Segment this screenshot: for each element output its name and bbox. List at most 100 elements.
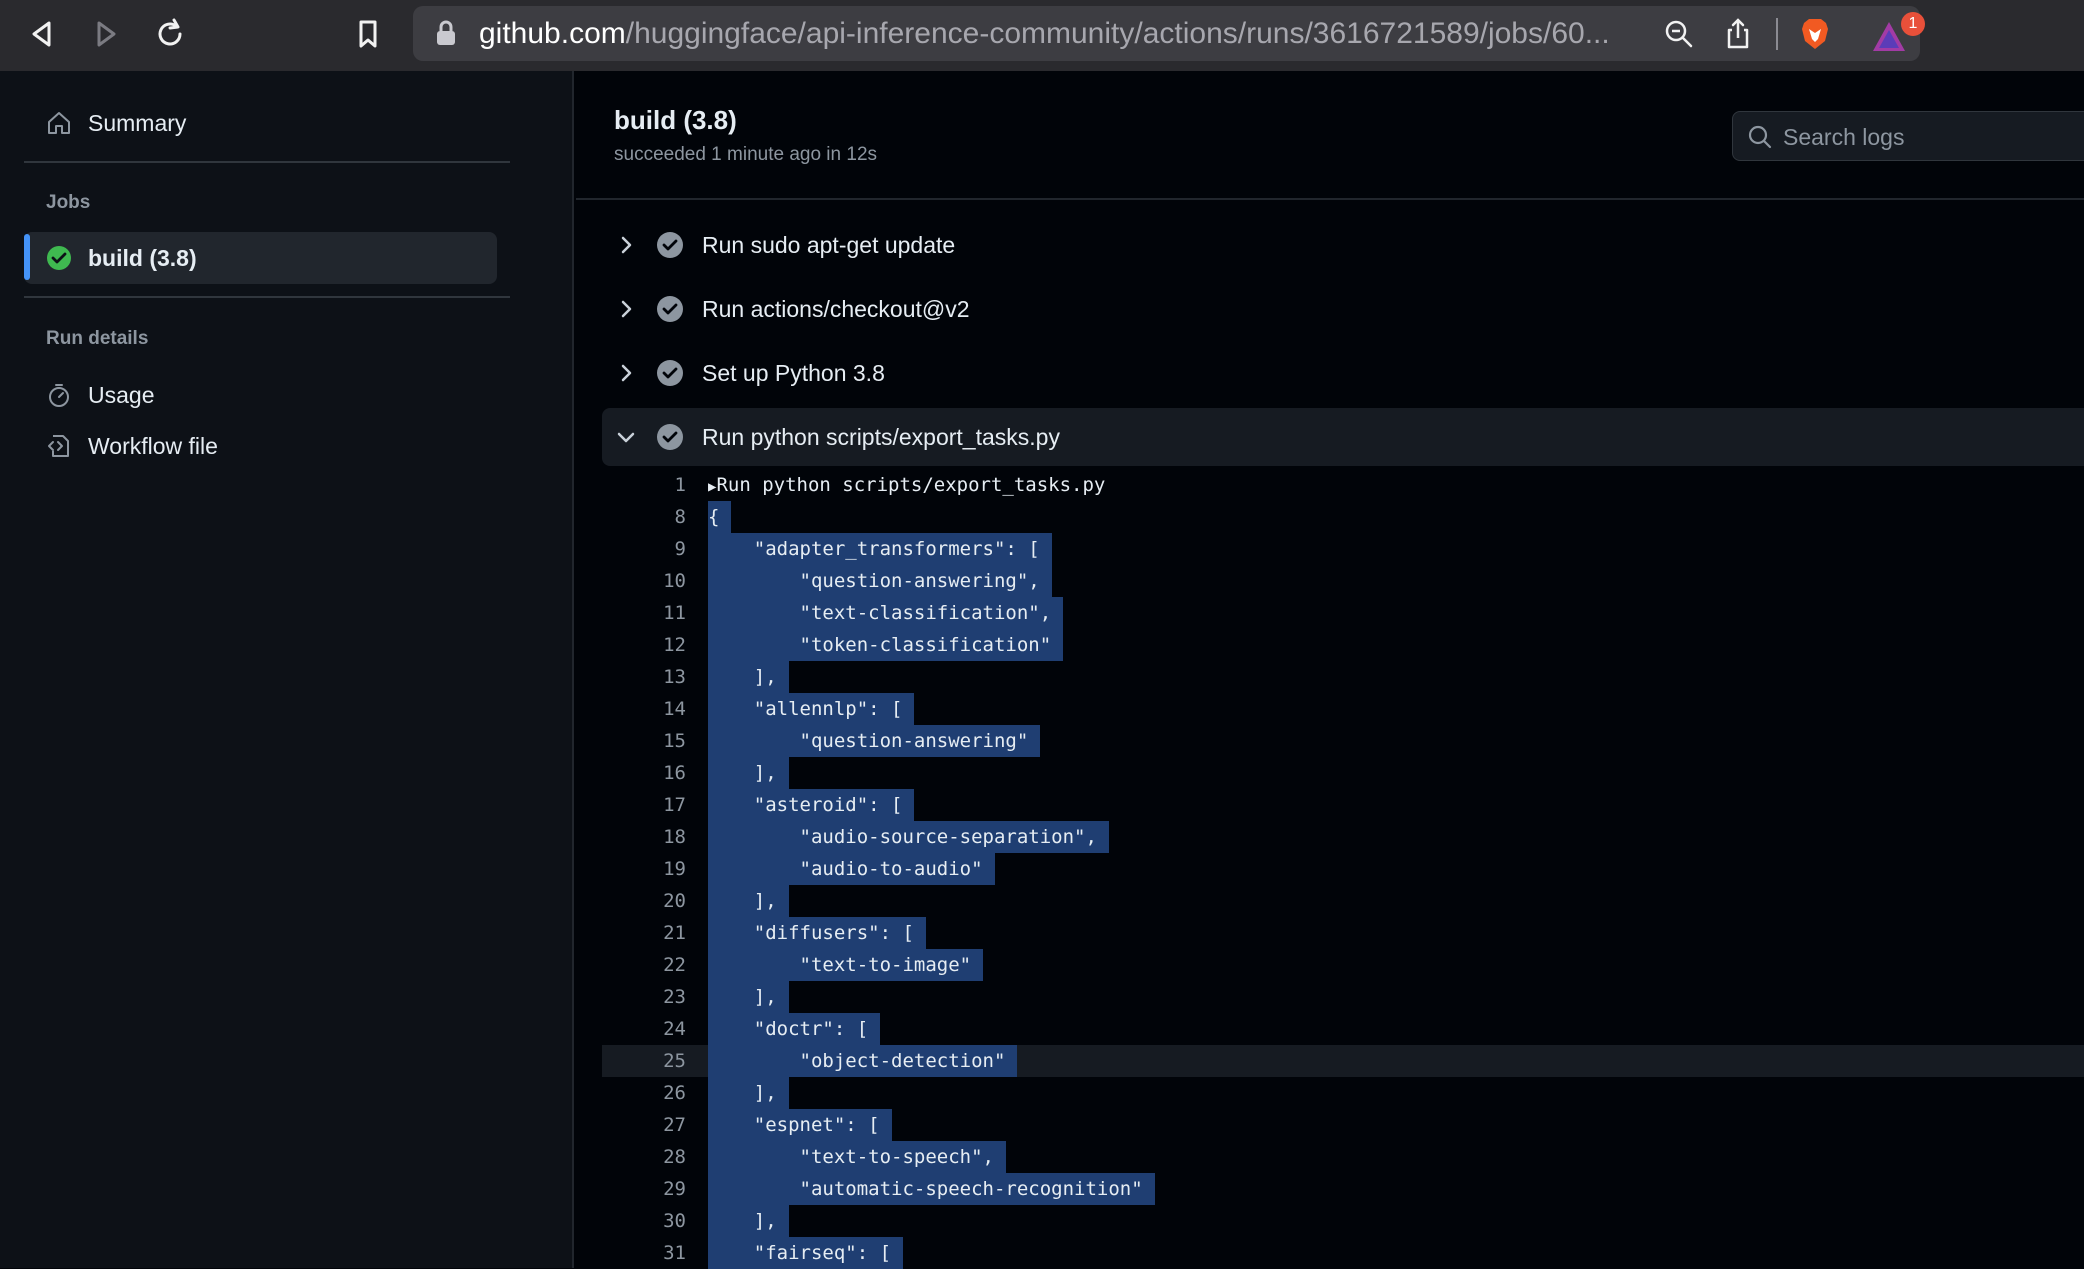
log-text: { xyxy=(708,501,732,533)
log-text: "question-answering", xyxy=(708,565,1052,597)
log-text: "text-to-image" xyxy=(708,949,984,981)
line-number: 30 xyxy=(663,1210,686,1232)
line-number: 31 xyxy=(663,1242,686,1264)
sidebar-item-workflow-file[interactable]: Workflow file xyxy=(46,426,218,466)
log-group-header[interactable]: ▶Run python scripts/export_tasks.py xyxy=(708,469,1105,501)
log-text: "token-classification" xyxy=(708,629,1064,661)
log-text: "allennlp": [ xyxy=(708,693,915,725)
log-line[interactable]: 8{ xyxy=(602,501,2084,533)
log-line[interactable]: 10 "question-answering", xyxy=(602,565,2084,597)
url-path: /huggingface/api-inference-community/act… xyxy=(625,17,1610,50)
sidebar-item-usage[interactable]: Usage xyxy=(46,375,154,415)
log-line[interactable]: 16 ], xyxy=(602,757,2084,789)
log-text: "asteroid": [ xyxy=(708,789,915,821)
job-label: build (3.8) xyxy=(88,244,197,271)
line-number: 14 xyxy=(663,698,686,720)
sidebar-item-label: Usage xyxy=(88,381,155,408)
browser-toolbar: github.com/huggingface/api-inference-com… xyxy=(0,0,2084,71)
log-line[interactable]: 31 "fairseq": [ xyxy=(602,1237,2084,1269)
log-line[interactable]: 14 "allennlp": [ xyxy=(602,693,2084,725)
jobs-heading: Jobs xyxy=(46,192,91,213)
log-line[interactable]: 22 "text-to-image" xyxy=(602,949,2084,981)
search-logs-input[interactable] xyxy=(1781,112,2084,162)
line-number: 27 xyxy=(663,1114,686,1136)
share-icon[interactable] xyxy=(1719,15,1757,53)
brave-shield-icon[interactable] xyxy=(1796,15,1834,53)
step-success-icon xyxy=(657,296,683,322)
step-success-icon xyxy=(657,424,683,450)
log-line[interactable]: 21 "diffusers": [ xyxy=(602,917,2084,949)
log-text: ], xyxy=(708,757,789,789)
step-label: Run python scripts/export_tasks.py xyxy=(702,423,1060,450)
line-number: 10 xyxy=(663,570,686,592)
log-line[interactable]: 17 "asteroid": [ xyxy=(602,789,2084,821)
file-code-icon xyxy=(48,435,69,457)
forward-icon[interactable] xyxy=(86,14,126,54)
log-text: "audio-to-audio" xyxy=(708,853,995,885)
step-row[interactable]: Run sudo apt-get update xyxy=(602,216,2084,274)
home-icon xyxy=(48,112,70,134)
log-text: ], xyxy=(708,885,789,917)
log-line[interactable]: 28 "text-to-speech", xyxy=(602,1141,2084,1173)
sidebar-divider xyxy=(24,161,510,163)
log-line[interactable]: 15 "question-answering" xyxy=(602,725,2084,757)
back-icon[interactable] xyxy=(22,14,62,54)
line-number: 29 xyxy=(663,1178,686,1200)
address-bar[interactable]: github.com/huggingface/api-inference-com… xyxy=(413,6,1925,61)
line-number: 9 xyxy=(674,538,686,560)
toolbar-separator xyxy=(1776,18,1778,50)
log-line[interactable]: 11 "text-classification", xyxy=(602,597,2084,629)
zoom-icon[interactable] xyxy=(1660,15,1698,53)
chevron-right-icon[interactable] xyxy=(612,295,640,323)
log-text: "automatic-speech-recognition" xyxy=(708,1173,1155,1205)
log-text: "audio-source-separation", xyxy=(708,821,1109,853)
search-icon xyxy=(1748,125,1772,149)
line-number: 15 xyxy=(663,730,686,752)
chevron-right-icon[interactable] xyxy=(612,231,640,259)
log-line[interactable]: 1 ▶Run python scripts/export_tasks.py xyxy=(602,469,2084,501)
log-text: "question-answering" xyxy=(708,725,1041,757)
log-line[interactable]: 26 ], xyxy=(602,1077,2084,1109)
job-status-text: succeeded 1 minute ago in 12s xyxy=(614,144,878,165)
line-number: 24 xyxy=(663,1018,686,1040)
step-success-icon xyxy=(657,360,683,386)
log-line[interactable]: 18 "audio-source-separation", xyxy=(602,821,2084,853)
sidebar-item-summary[interactable]: Summary xyxy=(46,103,186,143)
success-check-icon xyxy=(47,246,71,270)
notification-badge: 1 xyxy=(1901,12,1925,36)
step-success-icon xyxy=(657,232,683,258)
reload-icon[interactable] xyxy=(150,14,190,54)
step-row-expanded[interactable]: Run python scripts/export_tasks.py xyxy=(602,408,2084,466)
header-divider xyxy=(576,198,2084,200)
line-number: 21 xyxy=(663,922,686,944)
line-number: 22 xyxy=(663,954,686,976)
log-text: ], xyxy=(708,1205,789,1237)
step-row[interactable]: Set up Python 3.8 xyxy=(602,344,2084,402)
log-text: "fairseq": [ xyxy=(708,1237,904,1269)
log-line[interactable]: 19 "audio-to-audio" xyxy=(602,853,2084,885)
log-line[interactable]: 25 "object-detection" xyxy=(602,1045,2084,1077)
line-number: 23 xyxy=(663,986,686,1008)
line-number: 12 xyxy=(663,634,686,656)
chevron-right-icon[interactable] xyxy=(612,359,640,387)
job-build-content[interactable]: build (3.8) xyxy=(46,238,197,278)
line-number: 8 xyxy=(674,506,686,528)
step-label: Run actions/checkout@v2 xyxy=(702,295,970,322)
log-line[interactable]: 30 ], xyxy=(602,1205,2084,1237)
log-line[interactable]: 9 "adapter_transformers": [ xyxy=(602,533,2084,565)
log-text: "espnet": [ xyxy=(708,1109,892,1141)
line-number: 25 xyxy=(663,1050,686,1072)
step-row[interactable]: Run actions/checkout@v2 xyxy=(602,280,2084,338)
line-number: 18 xyxy=(663,826,686,848)
chevron-down-icon[interactable] xyxy=(612,423,640,451)
log-text: "object-detection" xyxy=(708,1045,1018,1077)
bookmark-icon[interactable] xyxy=(348,14,388,54)
page-title: build (3.8) xyxy=(614,105,737,135)
log-line[interactable]: 24 "doctr": [ xyxy=(602,1013,2084,1045)
log-line[interactable]: 29 "automatic-speech-recognition" xyxy=(602,1173,2084,1205)
log-line[interactable]: 13 ], xyxy=(602,661,2084,693)
log-line[interactable]: 23 ], xyxy=(602,981,2084,1013)
log-line[interactable]: 27 "espnet": [ xyxy=(602,1109,2084,1141)
log-line[interactable]: 12 "token-classification" xyxy=(602,629,2084,661)
log-line[interactable]: 20 ], xyxy=(602,885,2084,917)
